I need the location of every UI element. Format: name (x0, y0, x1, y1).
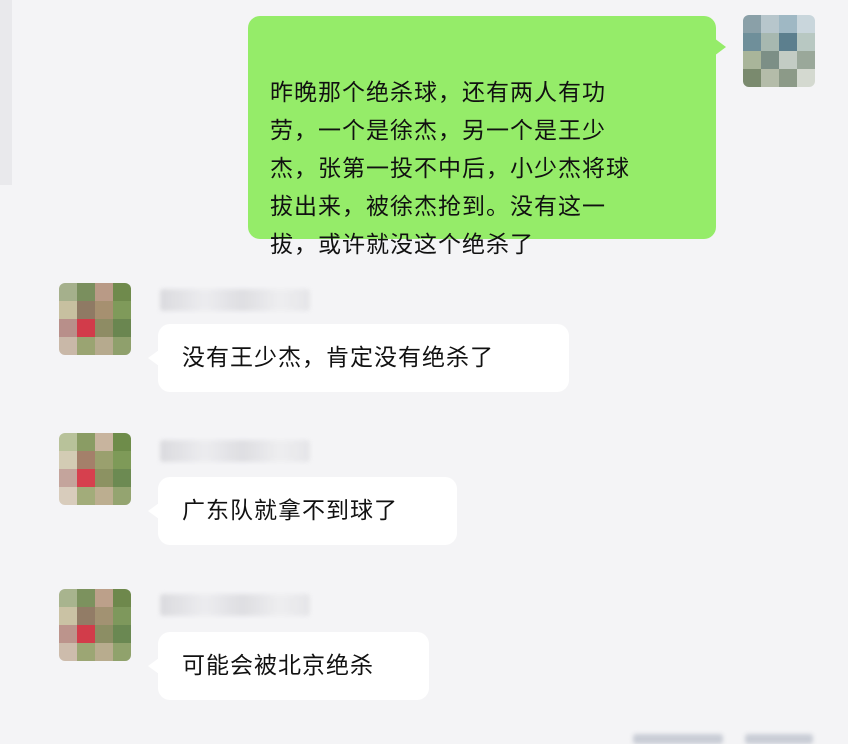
contact-message-bubble[interactable]: 广东队就拿不到球了 (148, 477, 457, 545)
self-avatar[interactable] (743, 15, 815, 87)
self-message-bubble[interactable]: 昨晚那个绝杀球，还有两人有功 劳，一个是徐杰，另一个是王少 杰，张第一投不中后，… (248, 16, 726, 258)
contact-name-blurred (160, 289, 310, 311)
scrollbar-track[interactable] (0, 0, 12, 185)
next-message-blurred (745, 734, 813, 744)
contact-message-text: 可能会被北京绝杀 (182, 653, 374, 679)
contact-avatar[interactable] (59, 283, 131, 355)
contact-avatar[interactable] (59, 433, 131, 505)
contact-message-bubble[interactable]: 可能会被北京绝杀 (148, 632, 429, 700)
contact-message-bubble[interactable]: 没有王少杰，肯定没有绝杀了 (148, 324, 569, 392)
next-message-blurred (633, 734, 723, 744)
chat-window: 昨晚那个绝杀球，还有两人有功 劳，一个是徐杰，另一个是王少 杰，张第一投不中后，… (0, 0, 848, 744)
contact-message-text: 广东队就拿不到球了 (182, 498, 398, 524)
contact-name-blurred (160, 440, 310, 462)
contact-avatar[interactable] (59, 589, 131, 661)
contact-message-text: 没有王少杰，肯定没有绝杀了 (182, 345, 494, 371)
contact-name-blurred (160, 594, 310, 616)
self-message-text: 昨晚那个绝杀球，还有两人有功 劳，一个是徐杰，另一个是王少 杰，张第一投不中后，… (270, 80, 630, 258)
